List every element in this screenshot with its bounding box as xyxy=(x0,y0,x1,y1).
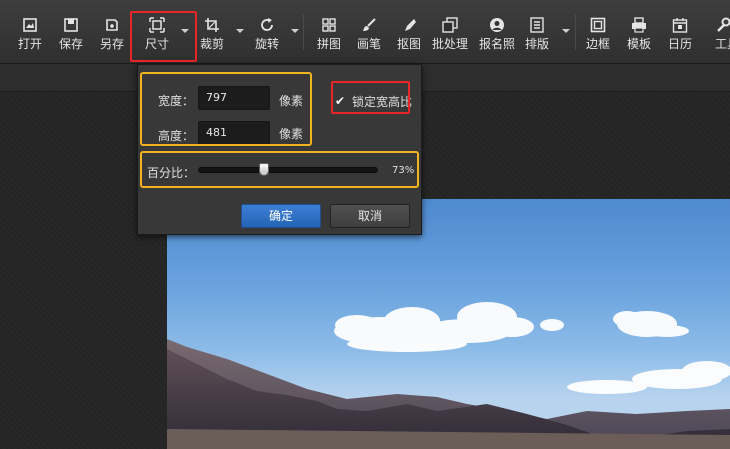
resize-highlight-box xyxy=(130,11,197,62)
border-icon xyxy=(590,17,606,33)
border-label: 边框 xyxy=(585,37,610,51)
tools-label: 工具 xyxy=(715,37,730,51)
save-icon xyxy=(63,17,79,33)
calendar-icon xyxy=(672,17,688,33)
rotate-label: 旋转 xyxy=(254,37,279,51)
calendar-button[interactable]: 日历 xyxy=(660,0,700,64)
template-icon xyxy=(631,17,647,33)
tools-button[interactable]: 工具 xyxy=(701,0,730,64)
save-button[interactable]: 保存 xyxy=(51,0,91,64)
id-photo-label: 报名照 xyxy=(478,37,515,51)
template-label: 模板 xyxy=(626,37,651,51)
border-button[interactable]: 边框 xyxy=(578,0,618,64)
id-photo-icon xyxy=(489,17,505,33)
cutout-icon xyxy=(401,17,417,33)
confirm-button[interactable]: 确定 xyxy=(241,204,321,228)
save-label: 保存 xyxy=(58,37,83,51)
layout-button[interactable]: 排版 xyxy=(517,0,557,64)
cutout-label: 抠图 xyxy=(396,37,421,51)
dimensions-highlight-box xyxy=(140,72,312,146)
crop-button[interactable]: 裁剪 xyxy=(192,0,232,64)
layout-label: 排版 xyxy=(524,37,549,51)
brush-label: 画笔 xyxy=(356,37,381,51)
toolbar-separator xyxy=(575,14,576,50)
rotate-icon xyxy=(259,17,275,33)
rotate-dropdown-caret[interactable] xyxy=(291,29,299,33)
batch-button[interactable]: 批处理 xyxy=(430,0,470,64)
toolbar-separator xyxy=(303,14,304,50)
batch-icon xyxy=(442,17,458,33)
crop-label: 裁剪 xyxy=(199,37,224,51)
brush-icon xyxy=(361,17,377,33)
calendar-label: 日历 xyxy=(667,37,692,51)
open-button[interactable]: 打开 xyxy=(10,0,50,64)
collage-button[interactable]: 拼图 xyxy=(309,0,349,64)
cancel-button[interactable]: 取消 xyxy=(330,204,410,228)
collage-icon xyxy=(321,17,337,33)
batch-label: 批处理 xyxy=(431,37,468,51)
layout-icon xyxy=(529,17,545,33)
rotate-button[interactable]: 旋转 xyxy=(247,0,287,64)
crop-icon xyxy=(204,17,220,33)
tools-icon xyxy=(715,17,730,33)
lock-ratio-highlight-box xyxy=(331,81,410,114)
collage-label: 拼图 xyxy=(316,37,341,51)
save-as-icon xyxy=(104,17,120,33)
id-photo-button[interactable]: 报名照 xyxy=(477,0,517,64)
template-button[interactable]: 模板 xyxy=(619,0,659,64)
open-label: 打开 xyxy=(17,37,42,51)
brush-button[interactable]: 画笔 xyxy=(349,0,389,64)
crop-dropdown-caret[interactable] xyxy=(236,29,244,33)
save-as-label: 另存 xyxy=(99,37,124,51)
save-as-button[interactable]: 另存 xyxy=(92,0,132,64)
open-icon xyxy=(22,17,38,33)
cutout-button[interactable]: 抠图 xyxy=(389,0,429,64)
percent-highlight-box xyxy=(140,151,419,188)
layout-dropdown-caret[interactable] xyxy=(562,29,570,33)
photo-preview xyxy=(167,199,730,449)
main-toolbar: 打开 保存 另存 尺寸 裁剪 旋转 拼图 画笔 抠图 批处理 报名照 排版 边框… xyxy=(0,0,730,64)
